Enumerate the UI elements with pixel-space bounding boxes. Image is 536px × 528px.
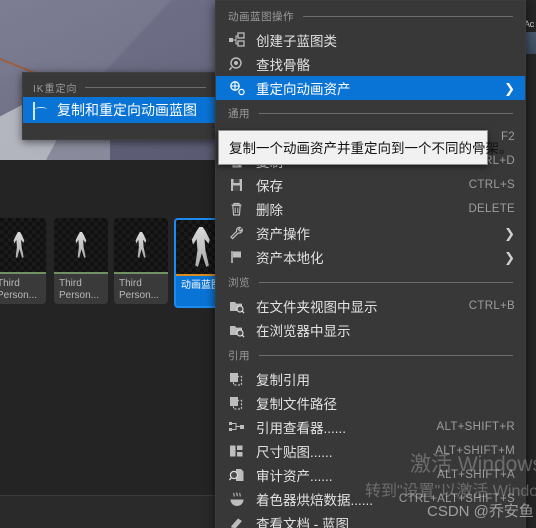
menu-item-create-child-blueprint[interactable]: 创建子蓝图类 [216, 28, 525, 52]
asset-thumbnail [114, 218, 168, 272]
size-map-icon [228, 443, 246, 459]
menu-item-delete[interactable]: 删除 DELETE [216, 197, 525, 221]
menu-item-reference-viewer[interactable]: 引用查看器...... ALT+SHIFT+R [216, 415, 525, 439]
browser-search-icon [228, 322, 246, 338]
menu-item-shortcut: CTRL+ALT+SHIFT+S [398, 493, 515, 505]
character-figure-icon [191, 227, 210, 267]
menu-item-shortcut: ALT+SHIFT+M [435, 445, 515, 457]
section-label: 引用 [228, 350, 250, 362]
audit-assets-icon [228, 467, 246, 483]
menu-item-asset-localization[interactable]: 资产本地化 ❯ [216, 245, 525, 269]
menu-item-asset-actions[interactable]: 资产操作 ❯ [216, 221, 525, 245]
menu-item-label: 尺寸贴图...... [256, 445, 333, 460]
ik-retarget-popup[interactable]: IK重定向 复制和重定向动画蓝图 [22, 72, 217, 140]
section-divider [259, 355, 513, 356]
chevron-right-icon: ❯ [504, 80, 515, 96]
menu-item-label: 删除 [256, 203, 283, 218]
menu-section-header-browse: 浏览 [216, 269, 525, 294]
child-blueprint-icon [228, 32, 246, 48]
save-icon [228, 177, 246, 193]
menu-item-label: 资产操作 [256, 227, 310, 242]
chevron-right-icon: ❯ [504, 249, 515, 265]
asset-tile-label: Third Person... [0, 278, 38, 301]
section-divider [259, 282, 513, 283]
menu-item-copy-file-path[interactable]: 复制文件路径 [216, 391, 525, 415]
section-divider [303, 16, 513, 17]
menu-item-label: 在文件夹视图中显示 [256, 300, 378, 315]
menu-item-show-in-folder-view[interactable]: 在文件夹视图中显示 CTRL+B [216, 294, 525, 318]
copy-reference-icon [228, 371, 246, 387]
wrench-icon [228, 225, 246, 241]
menu-item-shortcut: DELETE [468, 203, 515, 215]
menu-item-label: 着色器烘焙数据...... [256, 493, 374, 508]
menu-item-label: 重定向动画资产 [256, 82, 351, 97]
menu-item-shader-cook-data[interactable]: 着色器烘焙数据...... CTRL+ALT+SHIFT+S [216, 487, 525, 511]
menu-section-header-reference: 引用 [216, 342, 525, 367]
menu-item-copy-reference[interactable]: 复制引用 [216, 367, 525, 391]
chevron-right-icon: ❯ [504, 225, 515, 241]
menu-item-label: 审计资产...... [256, 469, 333, 484]
menu-item-label: 复制文件路径 [256, 397, 337, 412]
retarget-icon [228, 80, 246, 96]
menu-item-label: 资产本地化 [256, 251, 324, 266]
asset-context-menu[interactable]: 动画蓝图操作 创建子蓝图类 查找骨骼 重定向动画资产 ❯ 通用 F2 保存 CT… [215, 0, 526, 528]
ik-section-header: IK重定向 [23, 77, 216, 97]
menu-item-label: 保存 [256, 179, 283, 194]
flag-icon [228, 249, 246, 265]
app-root: Ac Third Person... Third Person... Third… [0, 0, 536, 528]
menu-item-shortcut: ALT+SHIFT+A [437, 469, 515, 481]
menu-item-audit-assets[interactable]: 审计资产...... ALT+SHIFT+A [216, 463, 525, 487]
menu-section-header-anim-blueprint: 动画蓝图操作 [216, 3, 525, 28]
menu-item-retarget-anim-assets[interactable]: 重定向动画资产 ❯ [216, 76, 525, 100]
folder-search-icon [228, 298, 246, 314]
asset-thumbnail [0, 218, 46, 272]
asset-tile[interactable]: Third Person... [0, 218, 46, 304]
ik-item-label: 复制和重定向动画蓝图 [57, 102, 197, 118]
menu-item-size-map[interactable]: 尺寸贴图...... ALT+SHIFT+M [216, 439, 525, 463]
trash-icon [228, 201, 246, 217]
section-label: 浏览 [228, 277, 250, 289]
ik-section-label: IK重定向 [33, 84, 78, 95]
asset-tile-label: Third Person... [119, 278, 160, 301]
menu-item-save[interactable]: 保存 CTRL+S [216, 173, 525, 197]
menu-item-label: 复制引用 [256, 373, 310, 388]
menu-section-header-general: 通用 [216, 100, 525, 125]
menu-item-duplicate-retarget-anim-blueprint[interactable]: 复制和重定向动画蓝图 [23, 97, 216, 123]
menu-item-find-skeleton[interactable]: 查找骨骼 [216, 52, 525, 76]
tooltip: 复制一个动画资产并重定向到一个不同的骨架。 [218, 130, 513, 165]
section-divider [259, 113, 513, 114]
character-figure-icon [75, 232, 87, 258]
asset-tile-row: Third Person... Third Person... Third Pe… [0, 218, 232, 310]
menu-item-shortcut: CTRL+B [468, 300, 515, 312]
documentation-icon [228, 515, 246, 528]
character-figure-icon [13, 232, 25, 258]
asset-tile[interactable]: Third Person... [54, 218, 108, 304]
menu-item-label: 查找骨骼 [256, 58, 310, 73]
retarget-anim-blueprint-icon [33, 102, 49, 120]
content-browser-footer [0, 495, 215, 528]
copy-path-icon [228, 395, 246, 411]
find-skeleton-icon [228, 56, 246, 72]
menu-item-label: 查看文档 - 蓝图 [256, 517, 349, 528]
section-label: 动画蓝图操作 [228, 11, 294, 23]
content-browser-panel[interactable] [0, 160, 215, 528]
reference-viewer-icon [228, 419, 246, 435]
asset-tile[interactable]: Third Person... [114, 218, 168, 304]
menu-item-show-in-explorer[interactable]: 在浏览器中显示 [216, 318, 525, 342]
asset-thumbnail [54, 218, 108, 272]
shader-cook-icon [228, 491, 246, 507]
section-label: 通用 [228, 108, 250, 120]
section-divider [85, 87, 206, 88]
asset-tile-label: Third Person... [59, 278, 100, 301]
character-figure-icon [135, 232, 147, 258]
menu-item-shortcut: CTRL+S [468, 179, 515, 191]
menu-item-label: 创建子蓝图类 [256, 34, 337, 49]
menu-item-shortcut: ALT+SHIFT+R [436, 421, 515, 433]
menu-item-label: 引用查看器...... [256, 421, 347, 436]
menu-item-label: 在浏览器中显示 [256, 324, 351, 339]
menu-item-view-documentation[interactable]: 查看文档 - 蓝图 [216, 511, 525, 528]
ik-popup-padding [23, 123, 216, 135]
